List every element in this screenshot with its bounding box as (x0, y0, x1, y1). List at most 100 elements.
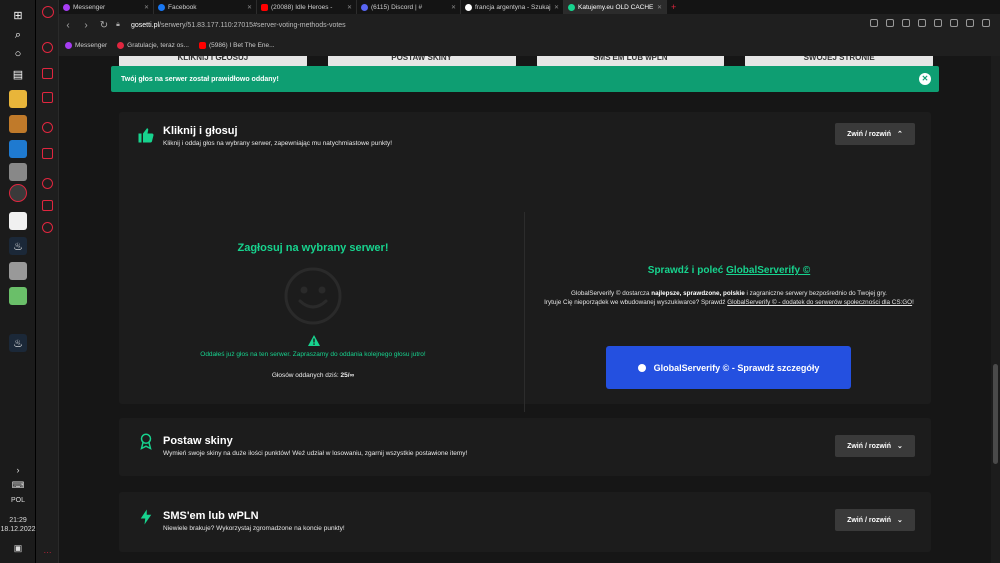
tab-katujemy[interactable]: Katujemy.eu OLD CACHE ✕ (564, 0, 667, 14)
warning-icon (308, 335, 320, 346)
clock-time[interactable]: 21:29 (0, 517, 36, 524)
skins-toggle-button[interactable]: Zwiń / rozwiń ⌄ (835, 435, 915, 457)
more-icon[interactable]: ··· (36, 548, 59, 557)
close-tab-icon[interactable]: ✕ (448, 4, 456, 11)
bookmark-messenger[interactable]: Messenger (65, 41, 107, 49)
sms-card-header: SMS'em lub wPLN Niewiele brakuje? Wykorz… (137, 492, 917, 546)
gosetti-icon (568, 3, 575, 11)
reload-icon[interactable]: ↻ (95, 20, 113, 31)
globalserverify-title: Sprawdź i poleć GlobalServerify © (647, 265, 811, 276)
address-bar-actions (870, 19, 990, 27)
settings-icon[interactable] (42, 222, 53, 233)
messenger-icon (63, 3, 70, 11)
medal-icon (137, 432, 155, 450)
discord-icon (361, 3, 368, 11)
sms-card-title: SMS'em lub wPLN (163, 510, 259, 522)
tab-messenger[interactable]: Messenger ✕ (59, 0, 154, 14)
file-explorer-icon[interactable] (9, 90, 27, 108)
globalserverify-button[interactable]: GlobalServerify © - Sprawdź szczegóły (606, 346, 851, 389)
page-scrollbar[interactable] (991, 56, 1000, 563)
vote-card: Kliknij i głosuj Kliknij i oddaj głos na… (119, 112, 931, 412)
skins-card-title: Postaw skiny (163, 435, 233, 447)
easy-setup-icon[interactable] (950, 19, 958, 27)
bookmark-icon[interactable] (934, 19, 942, 27)
history-icon[interactable] (42, 178, 53, 189)
app-icon[interactable] (9, 163, 27, 181)
clock-date[interactable]: 18.12.2022 (0, 526, 36, 533)
game-launcher-icon[interactable] (9, 262, 27, 280)
store-icon[interactable] (9, 212, 27, 230)
extensions-icon[interactable] (42, 200, 53, 211)
translate-icon[interactable] (902, 19, 910, 27)
opera-taskbar-icon[interactable] (9, 184, 27, 202)
shopping-icon[interactable] (42, 68, 53, 79)
vote-card-subtitle: Kliknij i oddaj głos na wybrany serwer, … (163, 140, 393, 147)
facebook-icon (158, 3, 165, 11)
panel-divider (524, 212, 525, 412)
sms-card-subtitle: Niewiele brakuje? Wykorzystaj zgromadzon… (163, 525, 345, 532)
close-icon[interactable]: ✕ (919, 73, 931, 85)
close-tab-icon[interactable]: ✕ (654, 4, 662, 11)
download-icon[interactable] (982, 19, 990, 27)
keyboard-icon[interactable]: ⌨ (0, 480, 36, 491)
heart-icon[interactable] (918, 19, 926, 27)
thumbs-up-icon (137, 126, 155, 144)
steam-icon[interactable]: ♨ (9, 334, 27, 352)
opera-sidebar: ··· (36, 0, 59, 563)
twitch-icon[interactable] (42, 92, 53, 103)
globalserverify-panel: Sprawdź i poleć GlobalServerify © Global… (539, 187, 929, 417)
vote-toggle-button[interactable]: Zwiń / rozwiń ⌃ (835, 123, 915, 145)
globalserverify-link[interactable]: GlobalServerify © (726, 265, 810, 276)
notes-icon[interactable] (9, 287, 27, 305)
page-content: KLIKNIJ I GŁOSUJ POSTAW SKINY SMS'EM LUB… (59, 56, 991, 563)
votes-today: Głosów oddanych dziś: 25/∞ (271, 372, 355, 379)
votes-today-value: 25/∞ (340, 372, 355, 379)
sms-card: SMS'em lub wPLN Niewiele brakuje? Wykorz… (119, 492, 931, 552)
new-tab-button[interactable]: + (667, 0, 683, 14)
tab-facebook[interactable]: Facebook ✕ (154, 0, 257, 14)
opera-logo-icon[interactable] (42, 6, 54, 18)
language-indicator[interactable]: POL (0, 497, 36, 504)
tab-youtube[interactable]: (20088) Idle Heroes - ✕ (257, 0, 357, 14)
snapshot-icon[interactable] (886, 19, 894, 27)
bookmark-youtube[interactable]: (5986) I Bet The Ene... (198, 41, 275, 49)
task-view-icon[interactable]: ▤ (9, 65, 27, 83)
url-field[interactable]: gosetti.pl/serwery/51.83.177.110:27015#s… (131, 22, 346, 29)
bookmark-gratulacje[interactable]: Gratulacje, teraz os... (117, 41, 189, 49)
globalserverify-addon-link[interactable]: GlobalServerify © - dodatek do serwerów … (727, 299, 912, 306)
chevron-up-icon: ⌃ (897, 131, 903, 138)
game-app-icon[interactable] (9, 115, 27, 133)
scrollbar-thumb[interactable] (993, 364, 998, 464)
steam-icon[interactable]: ♨ (9, 237, 27, 255)
close-tab-icon[interactable]: ✕ (344, 4, 352, 11)
smiley-icon (284, 267, 342, 325)
tab-google[interactable]: francja argentyna - Szukaj ✕ (461, 0, 564, 14)
lightning-icon (137, 508, 155, 526)
skins-card: Postaw skiny Wymień swoje skiny na duże … (119, 418, 931, 476)
vote-card-header: Kliknij i głosuj Kliknij i oddaj głos na… (137, 112, 917, 166)
forward-icon[interactable]: › (77, 20, 95, 31)
speed-dial-icon[interactable] (42, 42, 53, 53)
notification-icon[interactable]: ▣ (0, 543, 36, 554)
success-alert: Twój głos na serwer został prawidłowo od… (111, 66, 939, 92)
tab-discord[interactable]: (6115) Discord | # ✕ (357, 0, 461, 14)
windows-start-icon[interactable]: ⊞ (9, 6, 27, 24)
close-tab-icon[interactable]: ✕ (141, 4, 149, 11)
profile-icon[interactable] (966, 19, 974, 27)
tray-chevron-icon[interactable]: › (0, 465, 36, 475)
messenger-sidebar-icon[interactable] (42, 148, 53, 159)
camera-icon[interactable] (870, 19, 878, 27)
browser-chrome: Messenger ✕ Facebook ✕ (20088) Idle Heroes… (59, 0, 1000, 56)
back-icon[interactable]: ‹ (59, 20, 77, 31)
search-icon[interactable]: ⌕ (9, 26, 27, 44)
cortana-icon[interactable]: ○ (9, 45, 27, 63)
sms-toggle-button[interactable]: Zwiń / rozwiń ⌄ (835, 509, 915, 531)
youtube-icon (261, 3, 268, 11)
close-tab-icon[interactable]: ✕ (551, 4, 559, 11)
chevron-down-icon: ⌄ (897, 443, 903, 450)
alert-message: Twój głos na serwer został prawidłowo od… (121, 75, 279, 83)
mail-icon[interactable] (9, 140, 27, 158)
vpn-icon[interactable] (42, 122, 53, 133)
vote-card-title: Kliknij i głosuj (163, 125, 238, 137)
close-tab-icon[interactable]: ✕ (244, 4, 252, 11)
